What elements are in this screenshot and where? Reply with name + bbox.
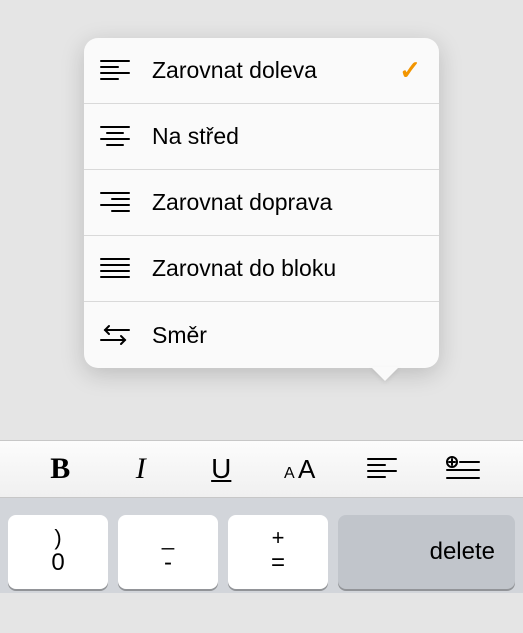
align-justify-icon xyxy=(98,252,132,286)
menu-item-align-center[interactable]: Na střed xyxy=(84,104,439,170)
checkmark-icon: ✓ xyxy=(399,55,421,86)
direction-icon xyxy=(98,318,132,352)
align-left-icon xyxy=(367,457,397,481)
key-equals[interactable]: + = xyxy=(228,515,328,589)
key-bot: 0 xyxy=(51,550,64,576)
menu-item-label: Směr xyxy=(152,322,421,349)
underline-button[interactable]: U xyxy=(191,448,251,490)
menu-item-label: Zarovnat doleva xyxy=(152,57,399,84)
format-toolbar: B I U A A xyxy=(0,440,523,498)
key-top: _ xyxy=(162,526,174,550)
menu-item-align-left[interactable]: Zarovnat doleva ✓ xyxy=(84,38,439,104)
key-label: delete xyxy=(430,538,495,566)
key-bot: = xyxy=(271,550,285,576)
menu-item-label: Zarovnat doprava xyxy=(152,189,421,216)
key-minus[interactable]: _ - xyxy=(118,515,218,589)
alignment-popover: Zarovnat doleva ✓ Na střed Zarovnat dopr… xyxy=(84,38,439,368)
paragraph-align-button[interactable] xyxy=(352,448,412,490)
insert-icon xyxy=(446,456,480,482)
key-delete[interactable]: delete xyxy=(338,515,515,589)
menu-item-align-justify[interactable]: Zarovnat do bloku xyxy=(84,236,439,302)
menu-item-label: Na střed xyxy=(152,123,421,150)
key-top: ) xyxy=(54,526,61,550)
align-left-icon xyxy=(98,54,132,88)
insert-button[interactable] xyxy=(433,448,493,490)
menu-item-label: Zarovnat do bloku xyxy=(152,255,421,282)
key-top: + xyxy=(272,526,285,550)
menu-item-direction[interactable]: Směr xyxy=(84,302,439,368)
key-bot: - xyxy=(164,550,172,576)
svg-text:A: A xyxy=(284,465,295,482)
align-center-icon xyxy=(98,120,132,154)
keyboard-row: ) 0 _ - + = delete xyxy=(0,498,523,593)
bold-button[interactable]: B xyxy=(30,448,90,490)
italic-button[interactable]: I xyxy=(111,448,171,490)
text-size-button[interactable]: A A xyxy=(272,448,332,490)
svg-text:A: A xyxy=(298,454,316,484)
key-0[interactable]: ) 0 xyxy=(8,515,108,589)
menu-item-align-right[interactable]: Zarovnat doprava xyxy=(84,170,439,236)
text-size-icon: A A xyxy=(282,454,322,484)
align-right-icon xyxy=(98,186,132,220)
